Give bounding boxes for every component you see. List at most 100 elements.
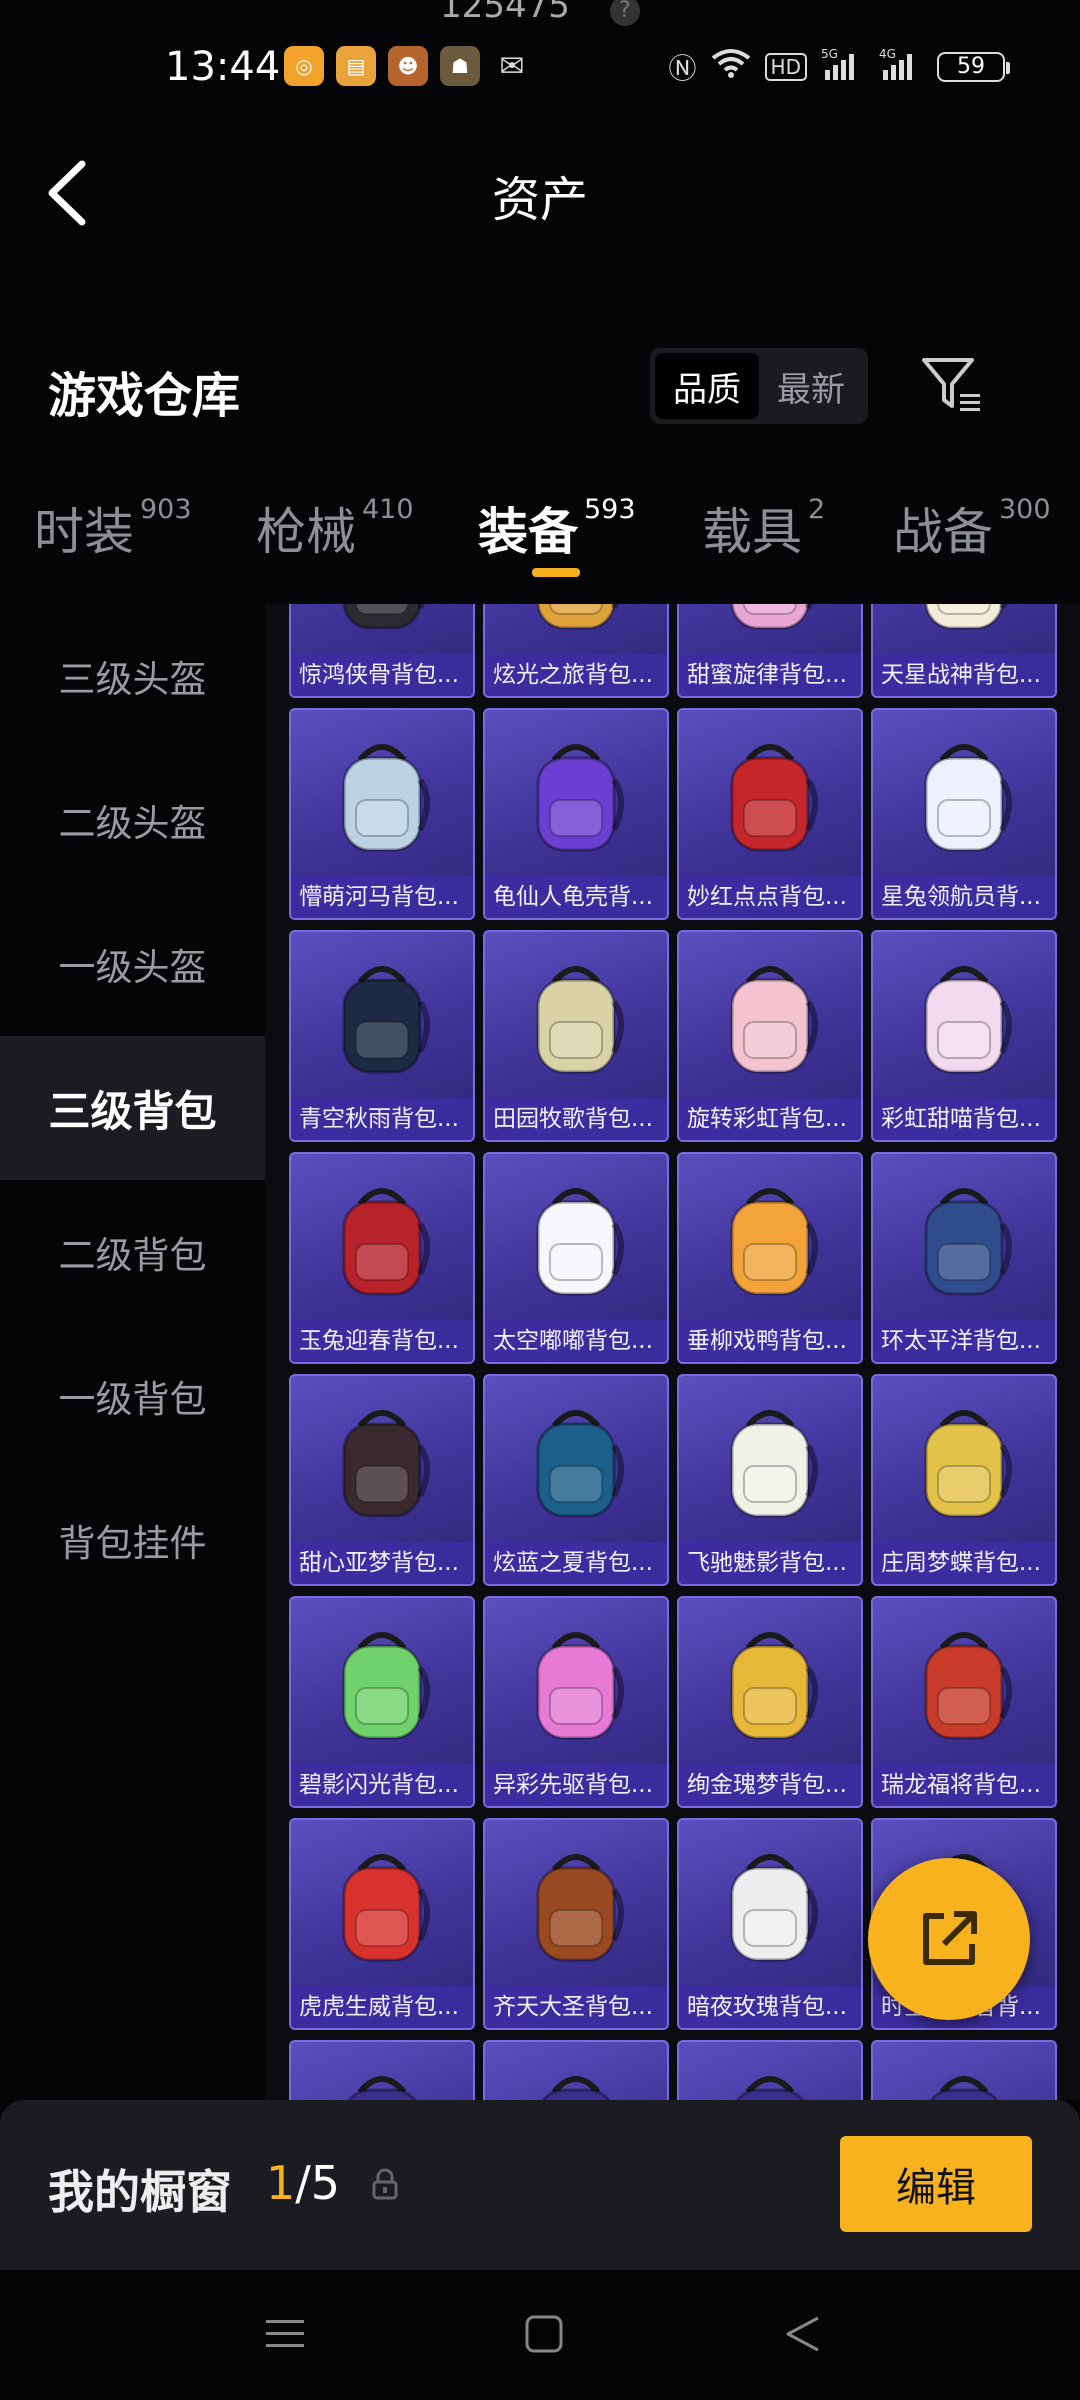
backpack-art-icon [873,932,1055,1102]
item-card[interactable]: 龟仙人龟壳背... [483,708,669,920]
tab-label: 战备 [893,503,993,561]
tab-vehicles[interactable]: 载具 2 [702,492,825,564]
item-name: 飞驰魅影背包... [679,1542,861,1584]
item-card[interactable]: 暗夜玫瑰背包... [677,1818,863,2030]
backpack-art-icon [679,710,861,880]
home-nav-button[interactable] [524,2314,564,2358]
sort-quality-button[interactable]: 品质 [655,353,759,419]
sidebar-item-backpack-charm[interactable]: 背包挂件 [0,1468,265,1612]
back-nav-button[interactable] [782,2314,822,2358]
share-button[interactable] [868,1858,1030,2020]
menu-nav-button[interactable] [264,2314,306,2358]
item-card[interactable]: 田园牧歌背包... [483,930,669,1142]
tab-firearms[interactable]: 枪械 410 [256,492,414,564]
item-card[interactable]: 齐天大圣背包... [483,1818,669,2030]
backpack-art-icon [485,710,667,880]
item-card[interactable]: 碧影闪光背包... [289,1596,475,1808]
sidebar-item-helmet-1[interactable]: 一级头盔 [0,892,265,1036]
tab-count: 903 [140,494,192,525]
tab-fashion[interactable]: 时装 903 [34,492,192,564]
item-card[interactable]: 庄周梦蝶背包... [871,1374,1057,1586]
item-name: 青空秋雨背包... [291,1098,473,1140]
item-card[interactable] [289,2040,475,2100]
tab-equipment[interactable]: 装备 593 [478,492,636,564]
backpack-art-icon [873,2042,1055,2100]
item-card[interactable]: 星兔领航员背... [871,708,1057,920]
item-name: 龟仙人龟壳背... [485,876,667,918]
page-title: 资产 [491,172,588,228]
item-card[interactable] [483,2040,669,2100]
item-card[interactable]: 炫光之旅背包... [483,604,669,698]
status-top-partial: 125475? [0,0,1080,26]
item-name: 星兔领航员背... [873,876,1055,918]
item-card[interactable]: 太空嘟嘟背包... [483,1152,669,1364]
system-nav-bar [0,2270,1080,2400]
sidebar-item-helmet-2[interactable]: 二级头盔 [0,748,265,892]
backpack-art-icon [291,1598,473,1768]
system-status-icons: Ⓝ HD 5G 4G 59 [668,46,1010,87]
filter-button[interactable] [920,354,984,416]
nfc-icon: Ⓝ [668,51,697,85]
item-card[interactable]: 虎虎生威背包... [289,1818,475,2030]
item-card[interactable]: 环太平洋背包... [871,1152,1057,1364]
showcase-count: 1/5 [266,2156,340,2210]
backpack-art-icon [679,932,861,1102]
item-card[interactable]: 玉兔迎春背包... [289,1152,475,1364]
sort-toggle: 品质 最新 [650,348,868,424]
item-name: 异彩先驱背包... [485,1764,667,1806]
status-bar: 125475? 13:44 ◎ ▤ ☻ ☗ ✉ Ⓝ HD 5G 4G 59 [0,0,1080,140]
item-card[interactable]: 甜心亚梦背包... [289,1374,475,1586]
backpack-art-icon [873,1598,1055,1768]
backpack-art-icon [485,604,667,658]
item-card[interactable]: 炫蓝之夏背包... [483,1374,669,1586]
item-name: 绚金瑰梦背包... [679,1764,861,1806]
lock-icon [370,2168,400,2202]
item-card[interactable]: 彩虹甜喵背包... [871,930,1057,1142]
active-tab-indicator [532,568,580,577]
item-card[interactable]: 旋转彩虹背包... [677,930,863,1142]
mail-icon: ✉ [499,48,525,84]
item-name: 瑞龙福将背包... [873,1764,1055,1806]
item-name: 玉兔迎春背包... [291,1320,473,1362]
item-name: 甜蜜旋律背包... [679,654,861,696]
item-card[interactable]: 甜蜜旋律背包... [677,604,863,698]
item-name: 暗夜玫瑰背包... [679,1986,861,2028]
item-card[interactable]: 天星战神背包... [871,604,1057,698]
showcase-current: 1 [266,2156,296,2210]
item-card[interactable] [677,2040,863,2100]
tab-label: 时装 [34,503,134,561]
home-square-icon [525,2315,563,2353]
sidebar-item-backpack-2[interactable]: 二级背包 [0,1180,265,1324]
item-card[interactable]: 妙红点点背包... [677,708,863,920]
wifi-icon [711,48,751,85]
backpack-art-icon [679,1154,861,1324]
item-card[interactable]: 瑞龙福将背包... [871,1596,1057,1808]
item-card[interactable]: 垂柳戏鸭背包... [677,1152,863,1364]
item-card[interactable] [871,2040,1057,2100]
battery-level: 59 [957,54,985,79]
sidebar-item-backpack-3[interactable]: 三级背包 [0,1036,265,1180]
sidebar-item-helmet-3[interactable]: 三级头盔 [0,604,265,748]
backpack-art-icon [873,1376,1055,1546]
edit-button[interactable]: 编辑 [840,2136,1032,2232]
showcase-title: 我的橱窗 [48,2165,232,2219]
item-card[interactable]: 懵萌河马背包... [289,708,475,920]
tab-count: 300 [999,494,1051,525]
item-name: 太空嘟嘟背包... [485,1320,667,1362]
backpack-art-icon [291,1376,473,1546]
item-card[interactable]: 飞驰魅影背包... [677,1374,863,1586]
item-card[interactable]: 惊鸿侠骨背包... [289,604,475,698]
tab-count: 593 [584,494,636,525]
backpack-art-icon [679,1598,861,1768]
sidebar-item-backpack-1[interactable]: 一级背包 [0,1324,265,1468]
backpack-art-icon [291,932,473,1102]
hd-icon: HD [764,52,807,81]
category-tabs: 时装 903 枪械 410 装备 593 载具 2 战备 300 [0,492,1080,592]
item-card[interactable]: 异彩先驱背包... [483,1596,669,1808]
backpack-art-icon [291,2042,473,2100]
item-card[interactable]: 绚金瑰梦背包... [677,1596,863,1808]
filter-icon [922,358,980,411]
item-card[interactable]: 青空秋雨背包... [289,930,475,1142]
sort-newest-button[interactable]: 最新 [759,353,863,419]
tab-war-prep[interactable]: 战备 300 [893,492,1051,564]
